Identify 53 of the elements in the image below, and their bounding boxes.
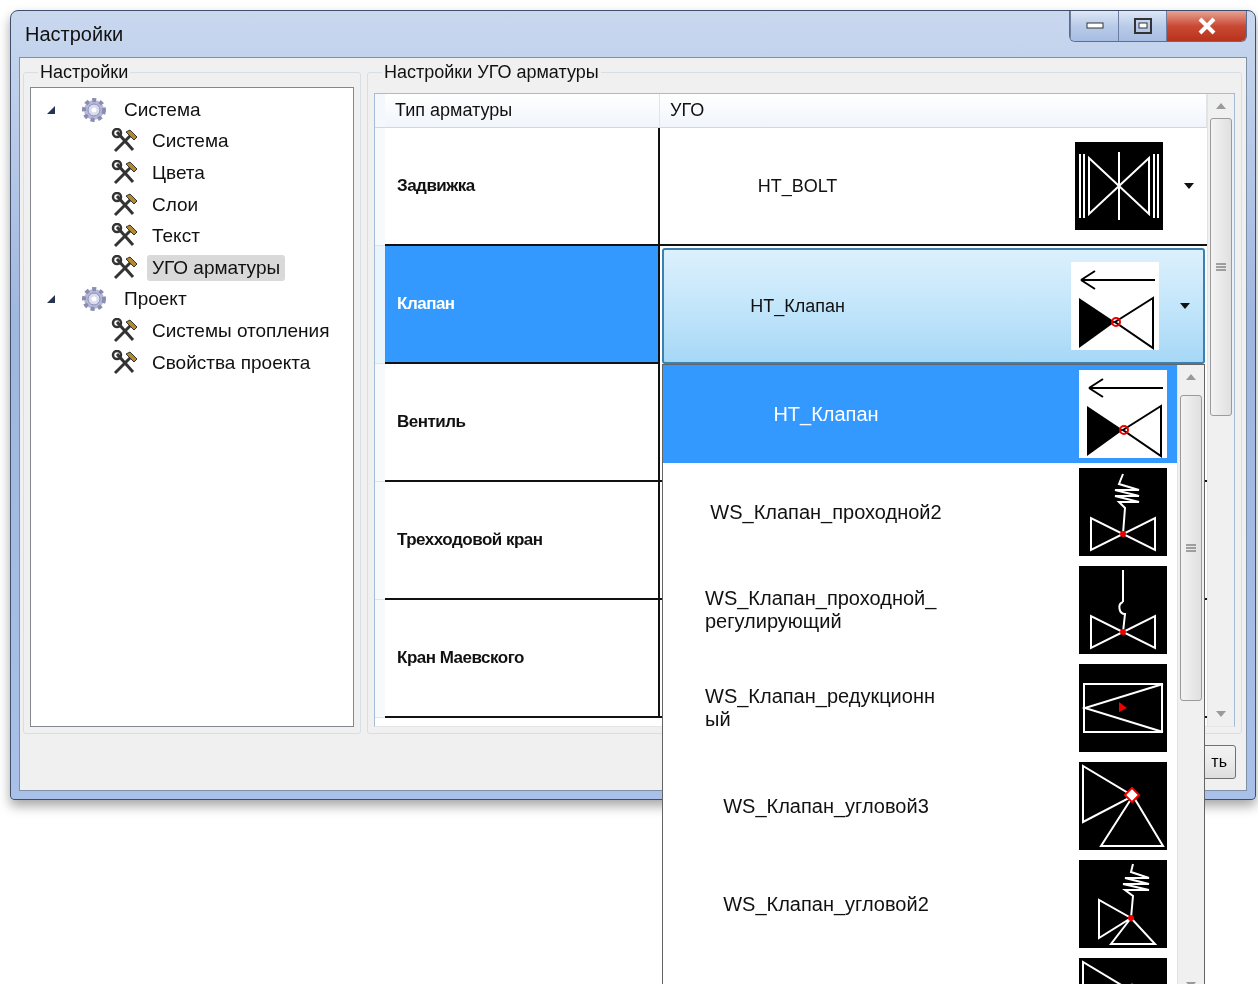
tools-icon <box>111 223 139 250</box>
valve-symbol-icon <box>1079 566 1167 654</box>
table-cell[interactable]: Трехходовой кран <box>385 482 660 600</box>
tree-item[interactable]: Системы отопления <box>147 317 335 344</box>
scroll-up-icon[interactable] <box>1185 373 1197 381</box>
tools-icon <box>111 191 139 218</box>
tools-icon <box>111 160 139 186</box>
tree-item[interactable]: Проект <box>119 286 192 313</box>
tree-item[interactable]: Текст <box>147 223 205 250</box>
tree-item[interactable]: Цвета <box>147 160 210 186</box>
scroll-thumb[interactable] <box>1210 118 1232 416</box>
window-title: Настройки <box>25 23 124 46</box>
dropdown-caret-icon[interactable] <box>1183 182 1195 190</box>
tools-icon <box>111 128 139 155</box>
grip-icon <box>1216 262 1226 272</box>
close-button[interactable] <box>1166 11 1246 41</box>
table-cell[interactable]: Задвижка <box>385 128 660 246</box>
group-title: Настройки УГО арматуры <box>383 62 600 83</box>
expand-toggle-icon[interactable] <box>45 293 57 306</box>
tree-item[interactable]: Слои <box>147 191 204 218</box>
tree-item[interactable]: Свойства проекта <box>147 349 316 376</box>
tools-icon <box>111 317 139 344</box>
close-icon <box>1196 17 1217 35</box>
scroll-down-icon[interactable] <box>1215 710 1227 718</box>
scroll-thumb[interactable] <box>1180 395 1202 701</box>
tree-item[interactable]: Система <box>147 128 234 155</box>
dropdown-scrollbar[interactable] <box>1177 365 1204 984</box>
maximize-button[interactable] <box>1118 11 1166 41</box>
table-cell[interactable]: Вентиль <box>385 364 660 482</box>
valve-symbol-icon <box>1079 468 1167 556</box>
gear-icon <box>81 96 107 123</box>
minimize-button[interactable] <box>1070 11 1118 41</box>
maximize-icon <box>1133 18 1152 34</box>
tree-item[interactable]: Система <box>119 96 206 123</box>
valve-symbol-icon <box>1071 262 1159 350</box>
valve-symbol-icon <box>1079 762 1167 850</box>
grid-scrollbar[interactable] <box>1207 94 1234 726</box>
valve-symbol-icon <box>1079 664 1167 752</box>
tree-item[interactable]: УГО арматуры <box>147 254 286 281</box>
valve-symbol-icon <box>1079 860 1167 948</box>
gear-icon <box>81 286 107 313</box>
valve-symbol-icon <box>1075 142 1163 230</box>
dropdown-caret-icon[interactable] <box>1179 302 1191 310</box>
grip-icon <box>1186 543 1196 553</box>
table-cell[interactable]: Кран Маевского <box>385 600 660 718</box>
column-header[interactable]: Тип арматуры <box>385 94 660 128</box>
group-title: Настройки <box>39 62 130 83</box>
tools-icon <box>111 349 139 376</box>
tools-icon <box>111 254 139 281</box>
column-header[interactable]: УГО <box>660 94 1207 128</box>
scroll-up-icon[interactable] <box>1215 102 1227 110</box>
valve-symbol-icon <box>1079 370 1167 458</box>
minimize-icon <box>1085 22 1104 30</box>
